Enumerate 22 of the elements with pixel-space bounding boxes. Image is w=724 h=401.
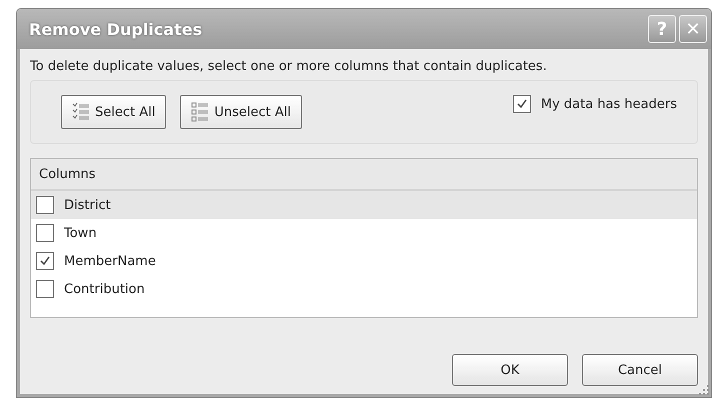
checkbox[interactable] (36, 196, 54, 214)
list-item[interactable]: District (31, 191, 697, 219)
checkbox[interactable] (36, 252, 54, 270)
select-all-button[interactable]: Select All (61, 95, 166, 129)
dialog-button[interactable]: Cancel (582, 354, 698, 386)
checkmark-icon (39, 255, 51, 267)
list-icon (191, 102, 210, 122)
list-item[interactable]: MemberName (31, 247, 697, 275)
checklist-icon (72, 102, 90, 122)
checkbox-label: My data has headers (540, 96, 677, 112)
list-item[interactable]: Contribution (31, 275, 697, 303)
list-header: Columns (31, 159, 697, 191)
resize-grip-icon[interactable] (699, 385, 709, 395)
checkmark-icon (516, 98, 528, 110)
dialog-button[interactable]: OK (452, 354, 568, 386)
checkbox[interactable] (36, 280, 54, 298)
list-item[interactable]: Town (31, 219, 697, 247)
checkbox[interactable] (512, 95, 531, 113)
unselect-all-button[interactable]: Unselect All (180, 95, 302, 129)
instruction-text: To delete duplicate values, select one or more columns that contain duplicates. (30, 59, 548, 74)
checkbox[interactable] (36, 224, 54, 242)
window-title: Remove Duplicates (29, 20, 202, 38)
